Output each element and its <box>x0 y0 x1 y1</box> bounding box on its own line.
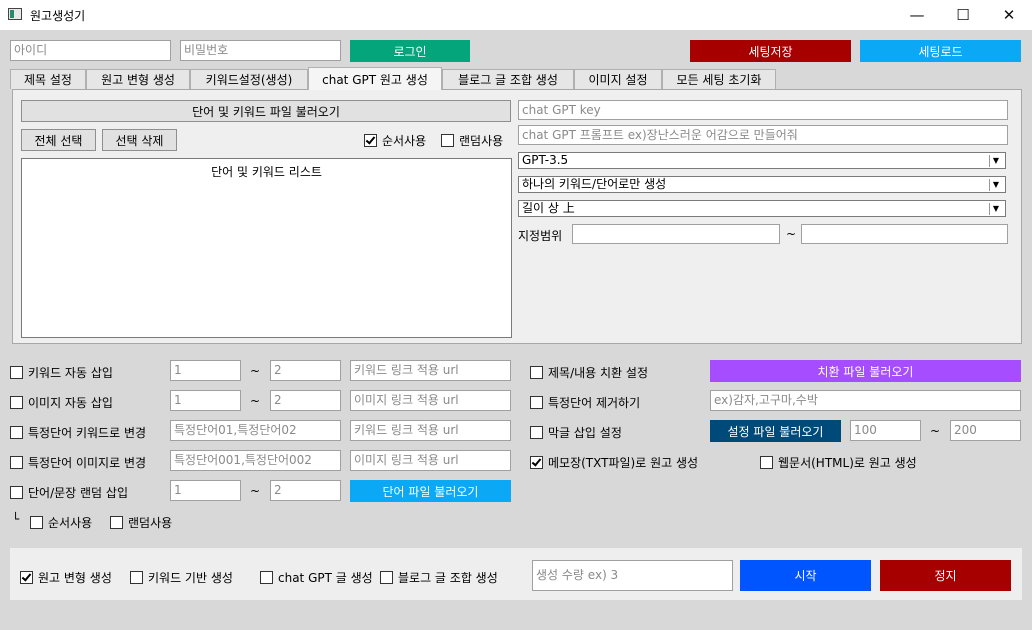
keyword-list[interactable]: 단어 및 키워드 리스트 <box>21 158 512 338</box>
close-button[interactable]: ✕ <box>986 0 1032 30</box>
tab-image-settings[interactable]: 이미지 설정 <box>574 69 662 89</box>
window-title: 원고생성기 <box>30 9 86 23</box>
start-button[interactable]: 시작 <box>740 560 871 591</box>
setting-from-input[interactable]: 100 <box>850 420 921 441</box>
load-setting-file-button[interactable]: 설정 파일 불러오기 <box>710 420 841 442</box>
gpt-prompt-input[interactable]: chat GPT 프롬프트 ex)장난스러운 어감으로 만들어줘 <box>518 125 1008 145</box>
chevron-down-icon: ▼ <box>989 154 1002 167</box>
modify-gen-checkbox[interactable]: 원고 변형 생성 <box>20 569 112 586</box>
checkbox-icon <box>260 571 273 584</box>
title-replace-checkbox[interactable]: 제목/내용 치환 설정 <box>530 364 648 381</box>
range-label: 지정범위 <box>518 229 563 243</box>
tab-title-settings[interactable]: 제목 설정 <box>10 69 86 89</box>
html-output-checkbox[interactable]: 웹문서(HTML)로 원고 생성 <box>760 454 917 471</box>
blog-gen-checkbox[interactable]: 블로그 글 조합 생성 <box>380 569 498 586</box>
img-auto-from-input[interactable]: 1 <box>170 390 241 411</box>
random-insert-checkbox[interactable]: 단어/문장 랜덤 삽입 <box>10 484 128 501</box>
tilde: ~ <box>930 424 941 438</box>
login-button[interactable]: 로그인 <box>350 40 470 62</box>
notepad-output-checkbox[interactable]: 메모장(TXT파일)로 원고 생성 <box>530 454 698 471</box>
delete-selected-button[interactable]: 선택 삭제 <box>102 129 177 151</box>
word-to-img-words-input[interactable]: 특정단어001,특정단어002 <box>170 450 341 471</box>
save-settings-button[interactable]: 세팅저장 <box>690 40 851 62</box>
kw-link-url-input[interactable]: 키워드 링크 적용 url <box>350 360 511 381</box>
tab-keyword-settings[interactable]: 키워드설정(생성) <box>190 69 308 89</box>
load-replace-file-button[interactable]: 치환 파일 불러오기 <box>710 360 1021 382</box>
load-settings-button[interactable]: 세팅로드 <box>860 40 1021 62</box>
checkbox-checked-icon <box>364 134 377 147</box>
checkbox-checked-icon <box>20 571 33 584</box>
model-select[interactable]: GPT-3.5 ▼ <box>518 152 1006 169</box>
word-to-kw-checkbox[interactable]: 특정단어 키워드로 변경 <box>10 424 146 441</box>
sub-prefix: └ <box>12 512 20 526</box>
remove-words-input[interactable]: ex)감자,고구마,수박 <box>710 390 1021 411</box>
random-insert-from-input[interactable]: 1 <box>170 480 241 501</box>
checkbox-icon <box>530 396 543 409</box>
checkbox-icon <box>10 426 23 439</box>
checkbox-icon <box>530 426 543 439</box>
checkbox-icon <box>10 396 23 409</box>
tab-reset-all[interactable]: 모든 세팅 초기화 <box>662 69 776 89</box>
random-checkbox[interactable]: 랜덤사용 <box>441 132 503 149</box>
length-select[interactable]: 길이 상 上 ▼ <box>518 200 1006 217</box>
title-bar: 원고생성기 — ☐ ✕ <box>0 0 1032 30</box>
img-auto-insert-checkbox[interactable]: 이미지 자동 삽입 <box>10 394 113 411</box>
tilde: ~ <box>250 484 261 498</box>
checkbox-icon <box>130 571 143 584</box>
checkbox-icon <box>380 571 393 584</box>
maximize-button[interactable]: ☐ <box>940 0 986 30</box>
select-all-button[interactable]: 전체 선택 <box>21 129 96 151</box>
img-link-url-input[interactable]: 이미지 링크 적용 url <box>350 390 511 411</box>
range-to-input[interactable] <box>801 224 1008 244</box>
gpt-key-input[interactable]: chat GPT key <box>518 100 1008 120</box>
word-to-kw-words-input[interactable]: 특정단어01,특정단어02 <box>170 420 341 441</box>
gpt-gen-checkbox[interactable]: chat GPT 글 생성 <box>260 569 373 586</box>
remove-words-checkbox[interactable]: 특정단어 제거하기 <box>530 394 640 411</box>
load-word-file-button[interactable]: 단어 파일 불러오기 <box>350 480 511 502</box>
range-tilde: ~ <box>786 227 797 241</box>
load-keyword-file-button[interactable]: 단어 및 키워드 파일 불러오기 <box>21 100 511 122</box>
setting-to-input[interactable]: 200 <box>950 420 1021 441</box>
keyword-mode-select[interactable]: 하나의 키워드/단어로만 생성 ▼ <box>518 176 1006 193</box>
word-to-img-url-input[interactable]: 이미지 링크 적용 url <box>350 450 511 471</box>
checkbox-checked-icon <box>530 456 543 469</box>
tilde: ~ <box>250 364 261 378</box>
checkbox-icon <box>110 516 123 529</box>
checkbox-icon <box>441 134 454 147</box>
checkbox-icon <box>10 486 23 499</box>
kw-auto-insert-checkbox[interactable]: 키워드 자동 삽입 <box>10 364 113 381</box>
sub-random-checkbox[interactable]: 랜덤사용 <box>110 514 172 531</box>
checkbox-icon <box>30 516 43 529</box>
tilde: ~ <box>250 394 261 408</box>
chevron-down-icon: ▼ <box>989 178 1002 191</box>
kw-auto-to-input[interactable]: 2 <box>270 360 341 381</box>
checkbox-icon <box>10 456 23 469</box>
id-input[interactable]: 아이디 <box>10 40 171 61</box>
tab-modify-generate[interactable]: 원고 변형 생성 <box>86 69 190 89</box>
checkbox-icon <box>10 366 23 379</box>
keyword-gen-checkbox[interactable]: 키워드 기반 생성 <box>130 569 233 586</box>
minimize-button[interactable]: — <box>894 0 940 30</box>
kw-auto-from-input[interactable]: 1 <box>170 360 241 381</box>
chevron-down-icon: ▼ <box>989 202 1002 215</box>
app-icon <box>8 8 22 20</box>
keyword-list-header: 단어 및 키워드 리스트 <box>211 165 322 179</box>
password-input[interactable]: 비밀번호 <box>180 40 341 61</box>
tab-chatgpt[interactable]: chat GPT 원고 생성 <box>308 67 442 90</box>
count-input[interactable]: 생성 수량 ex) 3 <box>532 560 733 591</box>
sub-sequential-checkbox[interactable]: 순서사용 <box>30 514 92 531</box>
tab-blog-combine[interactable]: 블로그 글 조합 생성 <box>442 69 574 89</box>
img-auto-to-input[interactable]: 2 <box>270 390 341 411</box>
random-insert-to-input[interactable]: 2 <box>270 480 341 501</box>
stop-button[interactable]: 정지 <box>880 560 1011 591</box>
checkbox-icon <box>760 456 773 469</box>
checkbox-icon <box>530 366 543 379</box>
range-from-input[interactable] <box>572 224 780 244</box>
random-insert-setting-checkbox[interactable]: 막글 삽입 설정 <box>530 424 622 441</box>
sequential-checkbox[interactable]: 순서사용 <box>364 132 426 149</box>
word-to-kw-url-input[interactable]: 키워드 링크 적용 url <box>350 420 511 441</box>
word-to-img-checkbox[interactable]: 특정단어 이미지로 변경 <box>10 454 146 471</box>
